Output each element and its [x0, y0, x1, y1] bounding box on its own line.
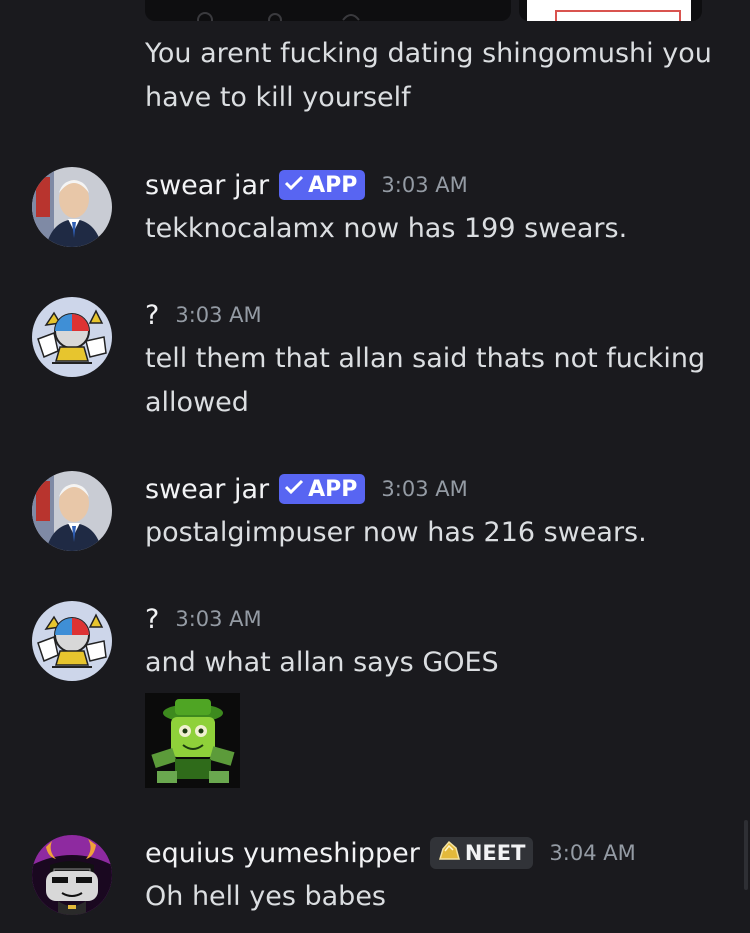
avatar-question[interactable]: [32, 601, 112, 681]
green-sponge-sticker-icon: [145, 693, 240, 788]
username[interactable]: ?: [145, 300, 159, 331]
avatar-swear-jar[interactable]: [32, 167, 112, 247]
neet-badge: NEET: [429, 837, 534, 869]
message-text: postalgimpuser now has 216 swears.: [145, 517, 647, 548]
message-text: You arent fucking dating shingomushi you…: [145, 38, 712, 113]
message-text: tell them that allan said thats not fuck…: [145, 343, 706, 418]
timestamp: 3:03 AM: [381, 173, 468, 197]
username[interactable]: ?: [145, 604, 159, 635]
avatar-equius[interactable]: [32, 835, 112, 915]
app-badge: APP: [279, 474, 366, 504]
avatar-question[interactable]: [32, 297, 112, 377]
message-header: equius yumeshipper NEET 3:04 AM: [145, 835, 636, 871]
scrollbar[interactable]: [744, 820, 748, 890]
embed-preview-left[interactable]: [145, 0, 511, 28]
username[interactable]: swear jar: [145, 170, 269, 201]
app-badge: APP: [279, 170, 366, 200]
portrait-avatar-image: [32, 471, 112, 551]
message-text: tekknocalamx now has 199 swears.: [145, 213, 628, 244]
embed-preview-right[interactable]: [519, 0, 702, 21]
timestamp: 3:04 AM: [549, 841, 636, 865]
message-header: swear jar APP 3:03 AM: [145, 167, 468, 203]
username[interactable]: swear jar: [145, 474, 269, 505]
gold-nugget-icon: [436, 839, 462, 868]
neet-badge-label: NEET: [464, 841, 526, 865]
portrait-avatar-image: [32, 167, 112, 247]
checkmark-icon: [284, 477, 304, 502]
cartoon-avatar-image: [32, 601, 112, 681]
timestamp: 3:03 AM: [175, 607, 262, 631]
embed-action-icons: [197, 12, 360, 28]
message-header: ? 3:03 AM: [145, 297, 262, 333]
avatar-swear-jar[interactable]: [32, 471, 112, 551]
message-header: ? 3:03 AM: [145, 601, 262, 637]
username[interactable]: equius yumeshipper: [145, 838, 420, 869]
message-header: swear jar APP 3:03 AM: [145, 471, 468, 507]
message-text: and what allan says GOES: [145, 647, 499, 678]
app-badge-label: APP: [308, 172, 358, 198]
troll-avatar-image: [32, 835, 112, 915]
cartoon-avatar-image: [32, 297, 112, 377]
sticker-attachment[interactable]: [145, 693, 240, 788]
checkmark-icon: [284, 173, 304, 198]
app-badge-label: APP: [308, 476, 358, 502]
embed-preview-image: [527, 0, 691, 21]
message-text: Oh hell yes babes: [145, 881, 386, 912]
timestamp: 3:03 AM: [175, 303, 262, 327]
embed-preview-frame: [555, 10, 681, 21]
timestamp: 3:03 AM: [381, 477, 468, 501]
chat-message-list: You arent fucking dating shingomushi you…: [0, 0, 750, 933]
